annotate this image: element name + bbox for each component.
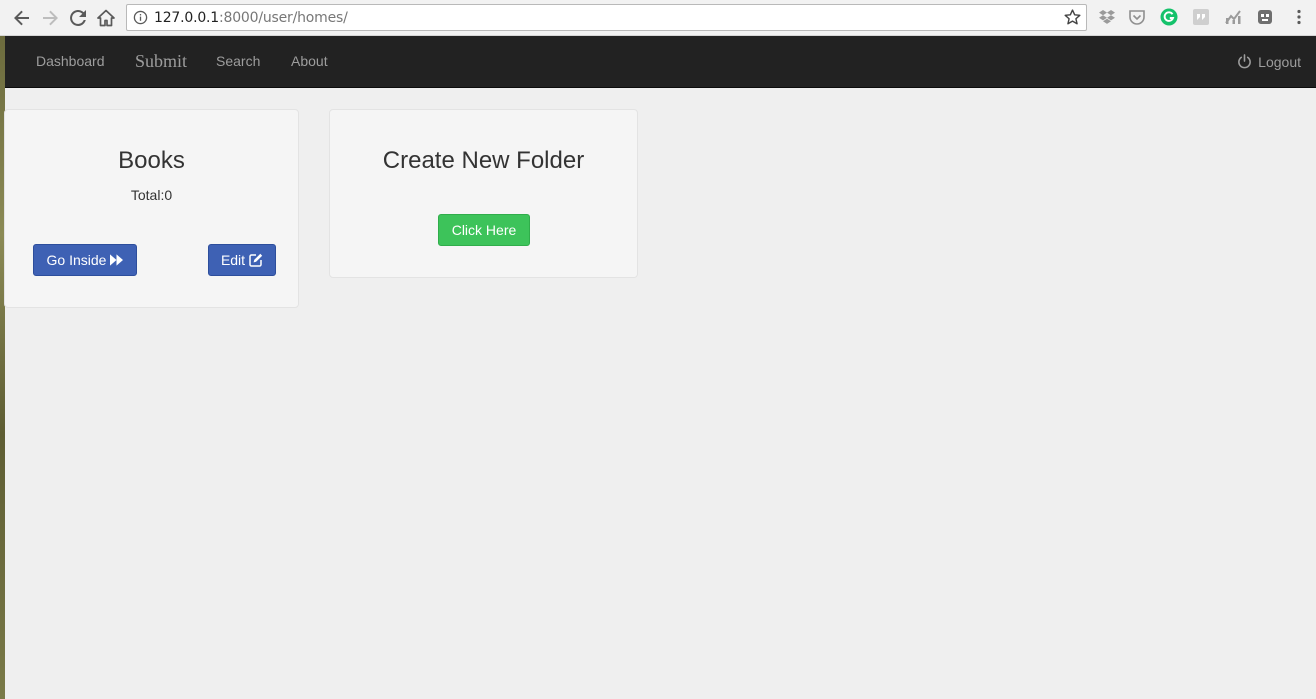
reload-button[interactable] — [66, 6, 90, 30]
grammarly-extension-icon[interactable] — [1160, 8, 1178, 26]
logout-label: Logout — [1258, 53, 1301, 70]
go-inside-button[interactable]: Go Inside — [33, 244, 137, 276]
create-folder-card: Create New Folder Click Here — [329, 109, 638, 278]
info-icon[interactable] — [133, 10, 148, 25]
fast-forward-icon — [110, 254, 124, 266]
reload-icon — [70, 9, 86, 26]
privacy-extension-icon[interactable] — [1256, 8, 1274, 26]
click-here-label: Click Here — [451, 222, 517, 238]
site-navbar: Dashboard Submit Search About Logout — [5, 36, 1316, 88]
url-host: 127.0.0.1 — [154, 10, 219, 26]
logout-link[interactable]: Logout — [1237, 36, 1301, 87]
dropbox-extension-icon[interactable] — [1098, 8, 1116, 26]
url-text: 127.0.0.1:8000/user/homes/ — [154, 10, 348, 26]
home-button[interactable] — [94, 6, 118, 30]
forward-arrow-icon — [43, 10, 58, 26]
create-folder-title: Create New Folder — [382, 147, 585, 174]
back-arrow-icon — [14, 10, 29, 26]
go-inside-label: Go Inside — [46, 252, 107, 268]
edit-button[interactable]: Edit — [208, 244, 276, 276]
folder-card: Books Total:0 Go Inside Edit — [4, 109, 299, 308]
home-icon — [97, 9, 115, 27]
back-button[interactable] — [10, 6, 34, 30]
nav-dashboard[interactable]: Dashboard — [36, 36, 105, 87]
edit-label: Edit — [220, 252, 246, 268]
edit-icon — [249, 253, 263, 267]
pocket-extension-icon[interactable] — [1128, 8, 1146, 26]
nav-search[interactable]: Search — [216, 36, 260, 87]
click-here-button[interactable]: Click Here — [438, 214, 530, 246]
address-bar[interactable]: 127.0.0.1:8000/user/homes/ — [126, 4, 1087, 31]
nav-about[interactable]: About — [291, 36, 328, 87]
folder-total: Total:0 — [130, 187, 173, 203]
analytics-extension-icon[interactable] — [1224, 8, 1242, 26]
forward-button[interactable] — [38, 6, 62, 30]
quote-extension-icon[interactable] — [1192, 8, 1210, 26]
browser-toolbar: 127.0.0.1:8000/user/homes/ — [0, 0, 1316, 36]
menu-dots-icon[interactable] — [1290, 8, 1308, 26]
nav-submit[interactable]: Submit — [135, 36, 187, 87]
star-icon[interactable] — [1063, 8, 1082, 27]
url-path: :8000/user/homes/ — [219, 10, 348, 26]
folder-title: Books — [118, 147, 185, 174]
power-icon — [1238, 54, 1252, 69]
